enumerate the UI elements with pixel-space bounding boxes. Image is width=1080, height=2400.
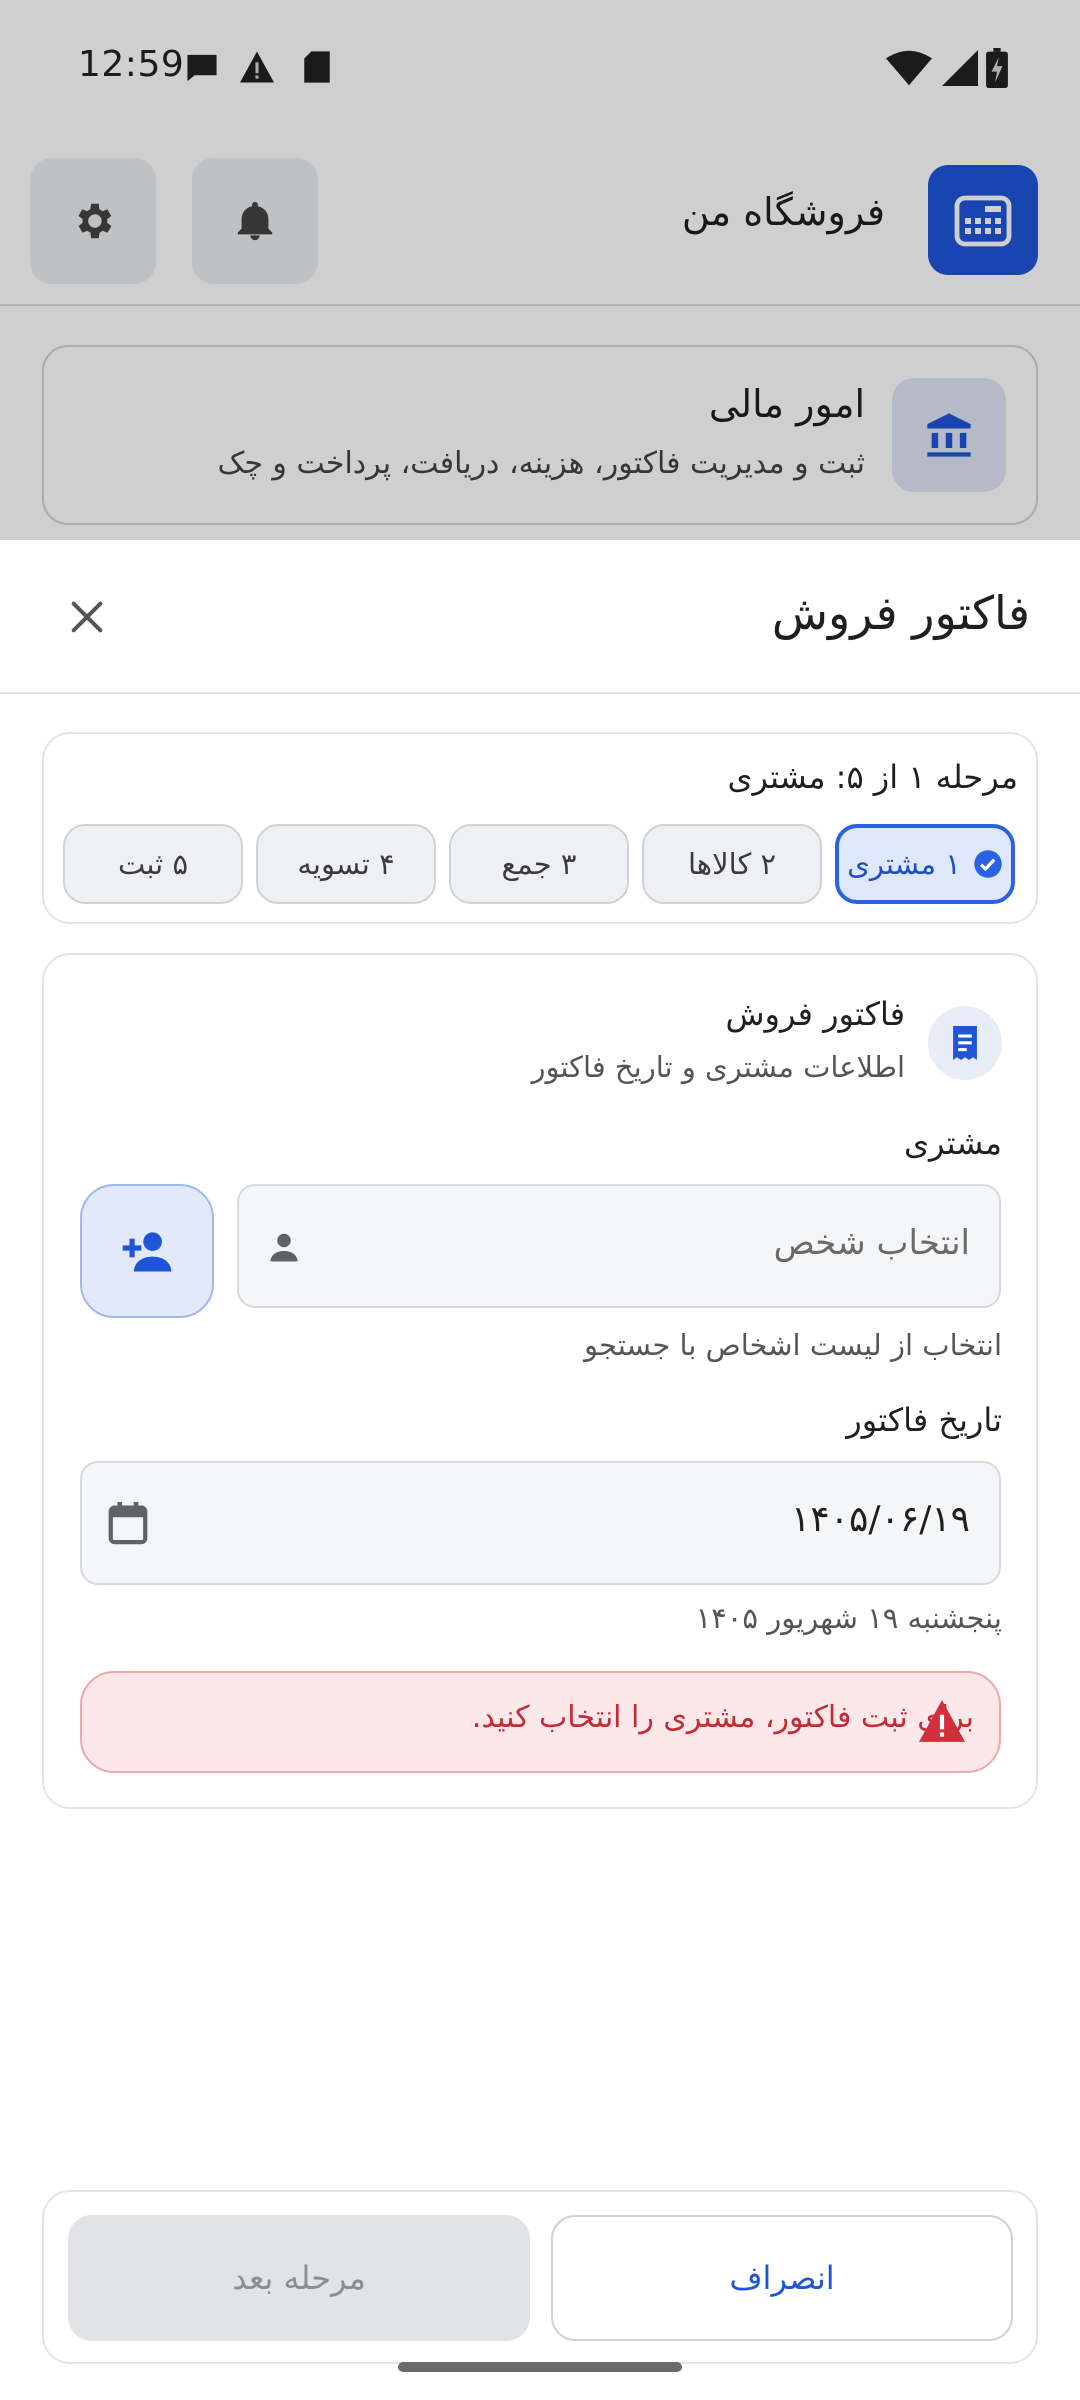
step-chip-settlement[interactable]: ۴ تسویه: [256, 824, 436, 904]
close-button[interactable]: [62, 592, 112, 642]
close-icon: [67, 597, 107, 637]
step-indicator: مرحله ۱ از ۵: مشتری: [727, 758, 1018, 796]
error-message: برای ثبت فاکتور، مشتری را انتخاب کنید.: [471, 1700, 974, 1735]
receipt-icon: [948, 1024, 982, 1062]
person-icon: [266, 1230, 302, 1266]
form-title: فاکتور فروش: [725, 995, 905, 1033]
customer-helper-text: انتخاب از لیست اشخاص با جستجو: [584, 1328, 1002, 1362]
next-step-button[interactable]: مرحله بعد: [68, 2215, 530, 2341]
step-chip-customer[interactable]: ۱ مشتری: [835, 824, 1015, 904]
customer-label: مشتری: [903, 1124, 1002, 1162]
person-add-icon: [119, 1228, 175, 1274]
sheet-header-divider: [0, 692, 1080, 694]
add-person-button[interactable]: [80, 1184, 214, 1318]
invoice-date-label: تاریخ فاکتور: [846, 1401, 1002, 1439]
form-header-icon: [928, 1006, 1002, 1080]
customer-placeholder: انتخاب شخص: [773, 1223, 970, 1263]
form-subtitle: اطلاعات مشتری و تاریخ فاکتور: [531, 1050, 905, 1084]
step-chip-label: ۳ جمع: [501, 847, 577, 881]
step-chip-total[interactable]: ۳ جمع: [449, 824, 629, 904]
warning-icon: [916, 1698, 968, 1744]
invoice-date-value: ۱۴۰۵/۰۶/۱۹: [791, 1499, 970, 1540]
gesture-home-bar[interactable]: [398, 2362, 682, 2372]
check-circle-icon: [973, 849, 1003, 879]
step-chip-register[interactable]: ۵ ثبت: [63, 824, 243, 904]
step-chip-label: ۲ کالاها: [687, 847, 777, 881]
calendar-icon[interactable]: [106, 1500, 150, 1546]
modal-scrim[interactable]: [0, 0, 1080, 540]
step-chip-label: ۱ مشتری: [847, 847, 961, 881]
step-chip-label: ۴ تسویه: [297, 847, 395, 881]
step-chip-label: ۵ ثبت: [117, 847, 189, 881]
cancel-button[interactable]: انصراف: [551, 2215, 1013, 2341]
step-chip-items[interactable]: ۲ کالاها: [642, 824, 822, 904]
invoice-date-helper: پنجشنبه ۱۹ شهریور ۱۴۰۵: [695, 1601, 1002, 1635]
sheet-title: فاکتور فروش: [771, 586, 1030, 640]
